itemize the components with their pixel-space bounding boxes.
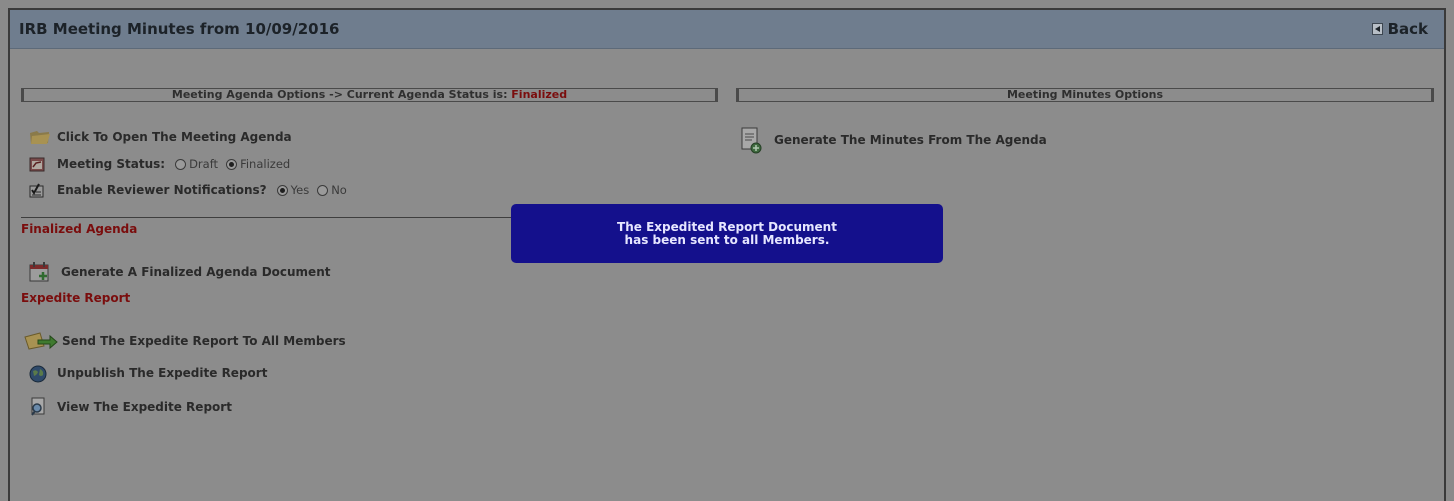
generate-agenda-doc-link[interactable]: Generate A Finalized Agenda Document (29, 262, 330, 282)
calendar-add-icon (29, 262, 51, 282)
status-finalized-option[interactable]: Finalized (226, 157, 290, 171)
status-finalized-radio[interactable] (226, 158, 238, 170)
meeting-status-row: Meeting Status: Draft Finalized (29, 156, 298, 172)
notifications-row: Enable Reviewer Notifications? Yes No (29, 182, 355, 198)
send-expedite-label: Send The Expedite Report To All Members (62, 334, 346, 348)
minutes-options-bar: Meeting Minutes Options (736, 88, 1434, 102)
notifications-no-radio[interactable] (317, 184, 329, 196)
agenda-options-bar: Meeting Agenda Options -> Current Agenda… (21, 88, 718, 102)
agenda-status-value: Finalized (511, 88, 568, 101)
main-panel: IRB Meeting Minutes from 10/09/2016 Back… (8, 8, 1446, 501)
toast-message: The Expedited Report Document has been s… (617, 219, 837, 247)
document-add-icon (740, 126, 762, 154)
unpublish-expedite-link[interactable]: Unpublish The Expedite Report (29, 365, 268, 383)
status-draft-radio[interactable] (175, 158, 187, 170)
document-search-icon (29, 397, 47, 417)
back-label: Back (1387, 20, 1428, 38)
status-draft-option[interactable]: Draft (175, 157, 218, 171)
notifications-no-option[interactable]: No (317, 183, 347, 197)
status-finalized-label: Finalized (240, 157, 291, 171)
notifications-label: Enable Reviewer Notifications? (57, 183, 267, 197)
notifications-no-label: No (331, 183, 347, 197)
notifications-yes-label: Yes (290, 183, 310, 197)
view-expedite-link[interactable]: View The Expedite Report (29, 397, 232, 417)
back-arrow-icon (1371, 23, 1383, 35)
send-mail-icon (24, 332, 58, 350)
unpublish-expedite-label: Unpublish The Expedite Report (57, 366, 268, 380)
notifications-yes-radio[interactable] (276, 184, 288, 196)
agenda-options-title: Meeting Agenda Options -> Current Agenda… (171, 88, 512, 101)
calendar-status-icon (29, 156, 47, 172)
folder-open-icon (29, 129, 50, 145)
meeting-status-label: Meeting Status: (57, 157, 166, 171)
open-agenda-link[interactable]: Click To Open The Meeting Agenda (29, 129, 292, 145)
page-title: IRB Meeting Minutes from 10/09/2016 (19, 20, 340, 38)
notifications-yes-option[interactable]: Yes (276, 183, 310, 197)
meeting-status-radios: Draft Finalized (175, 157, 298, 171)
notification-toast: The Expedited Report Document has been s… (511, 204, 943, 263)
open-agenda-label: Click To Open The Meeting Agenda (57, 130, 292, 144)
finalized-agenda-heading: Finalized Agenda (21, 222, 138, 236)
page-header: IRB Meeting Minutes from 10/09/2016 Back (10, 10, 1444, 49)
globe-icon (29, 365, 47, 383)
checklist-icon (29, 182, 47, 198)
back-button[interactable]: Back (1371, 20, 1428, 38)
generate-minutes-link[interactable]: Generate The Minutes From The Agenda (740, 126, 1047, 154)
view-expedite-label: View The Expedite Report (57, 400, 232, 414)
generate-minutes-label: Generate The Minutes From The Agenda (774, 133, 1047, 147)
expedite-report-heading: Expedite Report (21, 291, 131, 305)
status-draft-label: Draft (189, 157, 219, 171)
generate-agenda-doc-label: Generate A Finalized Agenda Document (61, 265, 331, 279)
minutes-options-title: Meeting Minutes Options (1006, 88, 1164, 101)
section-divider (21, 217, 521, 218)
notifications-radios: Yes No (276, 183, 355, 197)
send-expedite-link[interactable]: Send The Expedite Report To All Members (24, 332, 346, 350)
